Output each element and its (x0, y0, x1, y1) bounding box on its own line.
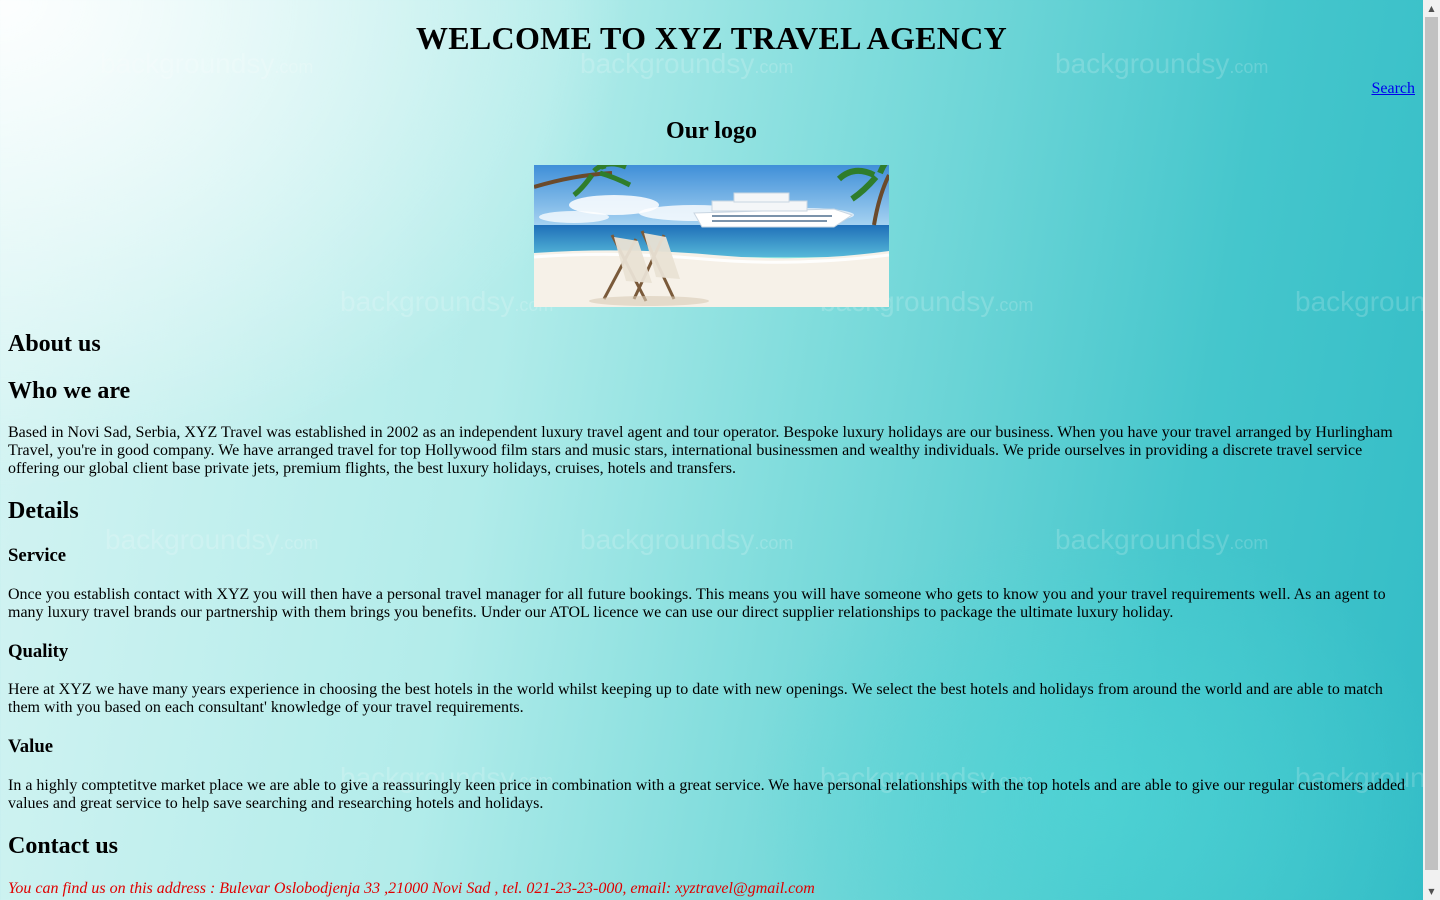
service-text: Once you establish contact with XYZ you … (8, 586, 1386, 621)
triangle-up-icon[interactable]: ▲ (1423, 0, 1440, 17)
vertical-scrollbar[interactable]: ▲ ▼ (1423, 0, 1440, 900)
who-we-are-section: Who we are (8, 378, 1408, 405)
triangle-down-icon[interactable]: ▼ (1423, 883, 1440, 900)
value-section: Value (8, 736, 1408, 758)
contact-address-block: You can find us on this address : Buleva… (8, 880, 1408, 898)
watermark: backgroundsy.com (1295, 286, 1440, 317)
scrollbar-thumb[interactable] (1425, 17, 1438, 870)
about-text-block: Based in Novi Sad, Serbia, XYZ Travel wa… (8, 424, 1408, 478)
logo-image (534, 165, 889, 307)
details-section: Details (8, 498, 1408, 525)
value-text: In a highly comptetitve market place we … (8, 777, 1406, 812)
about-text: Based in Novi Sad, Serbia, XYZ Travel wa… (8, 424, 1393, 477)
contact-section: Contact us (8, 833, 1408, 860)
service-text-block: Once you establish contact with XYZ you … (8, 586, 1408, 622)
value-text-block: In a highly comptetitve market place we … (8, 777, 1408, 813)
quality-heading: Quality (8, 641, 69, 662)
about-heading: About us (8, 331, 101, 357)
service-section: Service (8, 545, 1408, 567)
details-heading: Details (8, 498, 79, 524)
page-title: WELCOME TO XYZ TRAVEL AGENCY (415, 20, 1008, 56)
page: backgroundsy.com backgroundsy.com backgr… (0, 0, 1440, 900)
quality-section: Quality (8, 641, 1408, 663)
quality-text: Here at XYZ we have many years experienc… (8, 681, 1383, 716)
contact-address: You can find us on this address : Buleva… (8, 880, 815, 897)
watermark: backgroundsy.com (340, 286, 554, 317)
logo-heading: Our logo (666, 118, 757, 144)
quality-text-block: Here at XYZ we have many years experienc… (8, 681, 1408, 717)
contact-heading: Contact us (8, 833, 119, 859)
value-heading: Value (8, 736, 54, 757)
service-heading: Service (8, 545, 67, 566)
who-we-are-heading: Who we are (8, 378, 131, 404)
search-link[interactable]: Search (1371, 80, 1415, 98)
about-section: About us (8, 331, 1408, 358)
